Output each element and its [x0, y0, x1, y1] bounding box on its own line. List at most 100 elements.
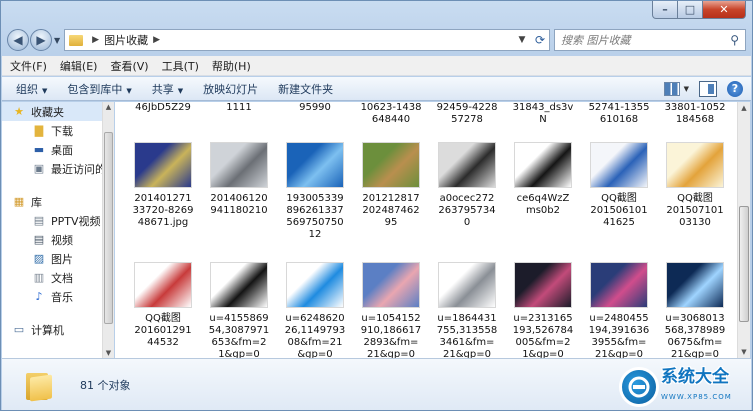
- file-item[interactable]: 52741-1355 610168: [581, 102, 657, 136]
- file-item[interactable]: u=1054152 910,186617 2893&fm= 21&gp=0: [353, 256, 429, 358]
- minimize-button[interactable]: –: [652, 1, 678, 19]
- file-item[interactable]: QQ截图 201506101 41625: [581, 136, 657, 256]
- file-item[interactable]: QQ截图 201507101 03130: [657, 136, 733, 256]
- file-name: QQ截图 201507101 03130: [666, 193, 724, 228]
- nav-item-7[interactable]: ▤ 视频: [2, 230, 113, 249]
- file-name: 33801-1052 184568: [664, 102, 726, 125]
- scrollbar-thumb[interactable]: [739, 206, 749, 322]
- nav-item-label: 桌面: [51, 143, 73, 157]
- search-icon[interactable]: ⚲: [730, 33, 739, 47]
- sd-card-thumbnail: [134, 142, 192, 188]
- chevron-right-icon[interactable]: ▶: [153, 35, 160, 45]
- help-icon[interactable]: ?: [727, 80, 743, 97]
- search-input[interactable]: 搜索 图片收藏 ⚲: [554, 29, 746, 51]
- nav-item-5[interactable]: ▦ 库: [2, 192, 113, 211]
- recent-pages-dropdown-icon[interactable]: ▼: [54, 36, 60, 45]
- view-dropdown-icon[interactable]: ▼: [684, 85, 689, 93]
- preview-pane-icon[interactable]: [699, 80, 717, 97]
- file-item[interactable]: QQ截图 201601291 44532: [125, 256, 201, 358]
- chevron-right-icon[interactable]: ▶: [92, 35, 99, 45]
- scrollbar-thumb[interactable]: [104, 132, 113, 324]
- nav-item-2[interactable]: ▬ 桌面: [2, 140, 113, 159]
- file-item[interactable]: a0ocec272 263795734 0: [429, 136, 505, 256]
- chevron-down-icon: ▼: [126, 86, 132, 95]
- change-view-icon[interactable]: [663, 81, 680, 96]
- pictures-library-icon: ▨: [33, 252, 45, 265]
- close-button[interactable]: ✕: [703, 1, 746, 19]
- file-item[interactable]: 193005339 896261337 569750750 12: [277, 136, 353, 256]
- explorer-window: – □ ✕ ◀ ▶ ▼ ▶ 图片收藏 ▶ ▼ ⟳ 搜索 图片收藏 ⚲ 文件(F)…: [0, 0, 753, 411]
- organize-button[interactable]: 组织 ▼: [16, 81, 47, 97]
- menu-file[interactable]: 文件(F): [10, 58, 47, 74]
- address-dropdown-icon[interactable]: ▼: [513, 35, 531, 45]
- nav-item-3[interactable]: ▣ 最近访问的: [2, 159, 113, 178]
- file-item[interactable]: 201401271 33720-8269 48671.jpg: [125, 136, 201, 256]
- slideshow-button[interactable]: 放映幻灯片: [203, 81, 258, 97]
- scroll-up-icon: ▲: [741, 104, 747, 112]
- nav-pane-scrollbar[interactable]: ▲ ▼: [102, 102, 114, 358]
- file-name: u=2480455 194,391636 3955&fm= 21&gp=0: [588, 313, 650, 358]
- nav-item-label: 音乐: [51, 290, 73, 304]
- file-name: 10623-1438 648440: [360, 102, 422, 125]
- maximize-button[interactable]: □: [678, 1, 703, 19]
- file-item[interactable]: u=4155869 54,3087971 653&fm=2 1&gp=0: [201, 256, 277, 358]
- file-item[interactable]: 1111: [201, 102, 277, 136]
- breadcrumb-pictures[interactable]: 图片收藏: [104, 32, 148, 48]
- file-name: 92459-4228 57278: [436, 102, 498, 125]
- file-item[interactable]: 92459-4228 57278: [429, 102, 505, 136]
- forward-button[interactable]: ▶: [30, 29, 52, 51]
- file-item[interactable]: u=6248620 26,1149793 08&fm=21 &gp=0: [277, 256, 353, 358]
- file-item[interactable]: 201406120 941180210: [201, 136, 277, 256]
- menu-view[interactable]: 查看(V): [110, 58, 148, 74]
- computer-icon: ▭: [13, 323, 25, 336]
- file-name: 201401271 33720-8269 48671.jpg: [132, 193, 194, 228]
- file-item[interactable]: u=1864431 755,313558 3461&fm= 21&gp=0: [429, 256, 505, 358]
- details-pane: 81 个对象 系统大全 WWW.XP85.COM: [2, 358, 751, 410]
- refresh-icon[interactable]: ⟳: [531, 33, 549, 47]
- file-item[interactable]: 95990: [277, 102, 353, 136]
- blue-light-thumbnail: [666, 262, 724, 308]
- nav-item-8[interactable]: ▨ 图片: [2, 249, 113, 268]
- nav-item-9[interactable]: ▥ 文档: [2, 268, 113, 287]
- file-item[interactable]: 46JbD5Z29: [125, 102, 201, 136]
- ie-logo-thumbnail: [286, 262, 344, 308]
- windows-tiles-thumbnail: [590, 262, 648, 308]
- pptv-library-icon: ▤: [33, 214, 45, 227]
- folder-icon: [26, 370, 56, 402]
- file-item[interactable]: 31843_ds3v N: [505, 102, 581, 136]
- file-name: 52741-1355 610168: [588, 102, 650, 125]
- file-item[interactable]: 33801-1052 184568: [657, 102, 733, 136]
- file-item[interactable]: u=3068013 568,378989 0675&fm= 21&gp=0: [657, 256, 733, 358]
- recent-places-icon: ▣: [33, 162, 45, 175]
- file-item[interactable]: 201212817 202487462 95: [353, 136, 429, 256]
- file-list-scrollbar[interactable]: ▲ ▼: [737, 102, 750, 358]
- menu-help[interactable]: 帮助(H): [212, 58, 251, 74]
- file-name: QQ截图 201506101 41625: [590, 193, 648, 228]
- file-item[interactable]: 10623-1438 648440: [353, 102, 429, 136]
- mouse-thumbnail: [514, 142, 572, 188]
- menu-edit[interactable]: 编辑(E): [60, 58, 98, 74]
- nav-item-6[interactable]: ▤ PPTV视频: [2, 211, 113, 230]
- file-name: 201406120 941180210: [210, 193, 268, 216]
- object-count: 81 个对象: [80, 379, 131, 392]
- menu-bar: 文件(F) 编辑(E) 查看(V) 工具(T) 帮助(H): [2, 56, 751, 76]
- watermark-title: 系统大全: [661, 367, 729, 387]
- scroll-down-icon: ▼: [105, 349, 112, 357]
- download-folder-icon: ▇: [34, 124, 44, 137]
- back-button[interactable]: ◀: [7, 29, 29, 51]
- file-item[interactable]: u=2480455 194,391636 3955&fm= 21&gp=0: [581, 256, 657, 358]
- share-button[interactable]: 共享 ▼: [152, 81, 183, 97]
- nav-item-0[interactable]: ★ 收藏夹: [2, 102, 113, 121]
- file-item[interactable]: u=2313165 193,526784 005&fm=2 1&gp=0: [505, 256, 581, 358]
- menu-tools[interactable]: 工具(T): [162, 58, 199, 74]
- nav-item-12[interactable]: ▭ 计算机: [2, 320, 113, 339]
- file-list: 46JbD5Z29 1111 95990 10623-1438 648440 92459…: [115, 102, 741, 358]
- new-folder-button[interactable]: 新建文件夹: [278, 81, 333, 97]
- nav-item-10[interactable]: ♪ 音乐: [2, 287, 113, 306]
- nav-item-1[interactable]: ▇ 下载: [2, 121, 113, 140]
- file-name: u=2313165 193,526784 005&fm=2 1&gp=0: [512, 313, 574, 358]
- address-row: ◀ ▶ ▼ ▶ 图片收藏 ▶ ▼ ⟳ 搜索 图片收藏 ⚲: [7, 28, 746, 52]
- file-item[interactable]: ce6q4WzZ ms0b2: [505, 136, 581, 256]
- address-bar[interactable]: ▶ 图片收藏 ▶ ▼ ⟳: [64, 29, 550, 51]
- include-in-library-button[interactable]: 包含到库中 ▼: [67, 81, 131, 97]
